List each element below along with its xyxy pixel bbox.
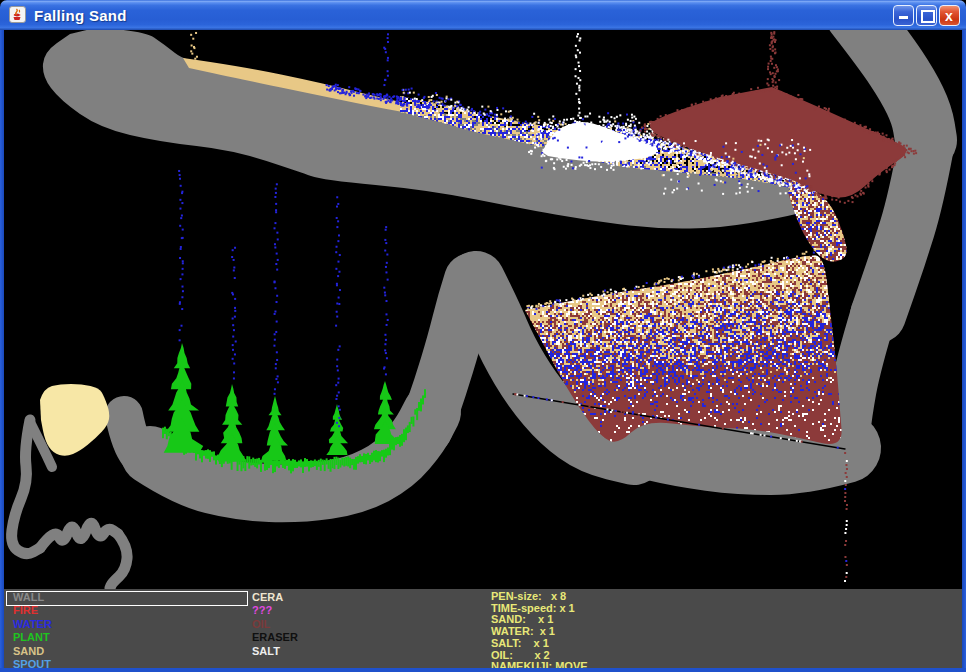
window-border-right [962,30,966,672]
status-line: OIL: x 2 [491,649,550,661]
app-window: Falling Sand x WALLFIRE WATERPLANT SANDSPO… [0,0,966,672]
maximize-icon [921,10,935,23]
close-button[interactable]: x [939,5,960,26]
game-canvas[interactable] [4,30,962,589]
status-line: TIME-speed: x 1 [491,602,575,614]
toolbar-panel: WALLFIRE WATERPLANT SANDSPOUT CERA??? OILER… [4,589,962,668]
tool-item-wall[interactable]: WALL [13,591,44,603]
status-line: NAMEKUJI: MOVE [491,660,588,668]
minimize-button[interactable] [893,5,914,26]
close-icon: x [945,8,953,24]
status-line: SALT: x 1 [491,637,549,649]
window-border-bottom [0,668,966,672]
tool-item-sand[interactable]: SAND [13,645,44,657]
tool-item-water[interactable]: WATER [13,618,52,630]
tool-item-salt[interactable]: SALT [252,645,280,657]
minimize-icon [899,16,908,19]
status-line: WATER: x 1 [491,625,555,637]
window-title: Falling Sand [34,7,127,24]
tool-item-eraser[interactable]: ERASER [252,631,298,643]
tool-item-fire[interactable]: FIRE [13,604,38,616]
tool-item-cera[interactable]: CERA [252,591,283,603]
title-bar[interactable]: Falling Sand x [0,0,966,30]
tool-item-plant[interactable]: PLANT [13,631,50,643]
java-app-icon [9,6,26,23]
tool-item-spout[interactable]: SPOUT [13,658,51,668]
tool-item-oil[interactable]: OIL [252,618,270,630]
tool-item-???[interactable]: ??? [252,604,272,616]
status-line: SAND: x 1 [491,613,553,625]
maximize-button[interactable] [916,5,937,26]
status-line: PEN-size: x 8 [491,590,566,602]
